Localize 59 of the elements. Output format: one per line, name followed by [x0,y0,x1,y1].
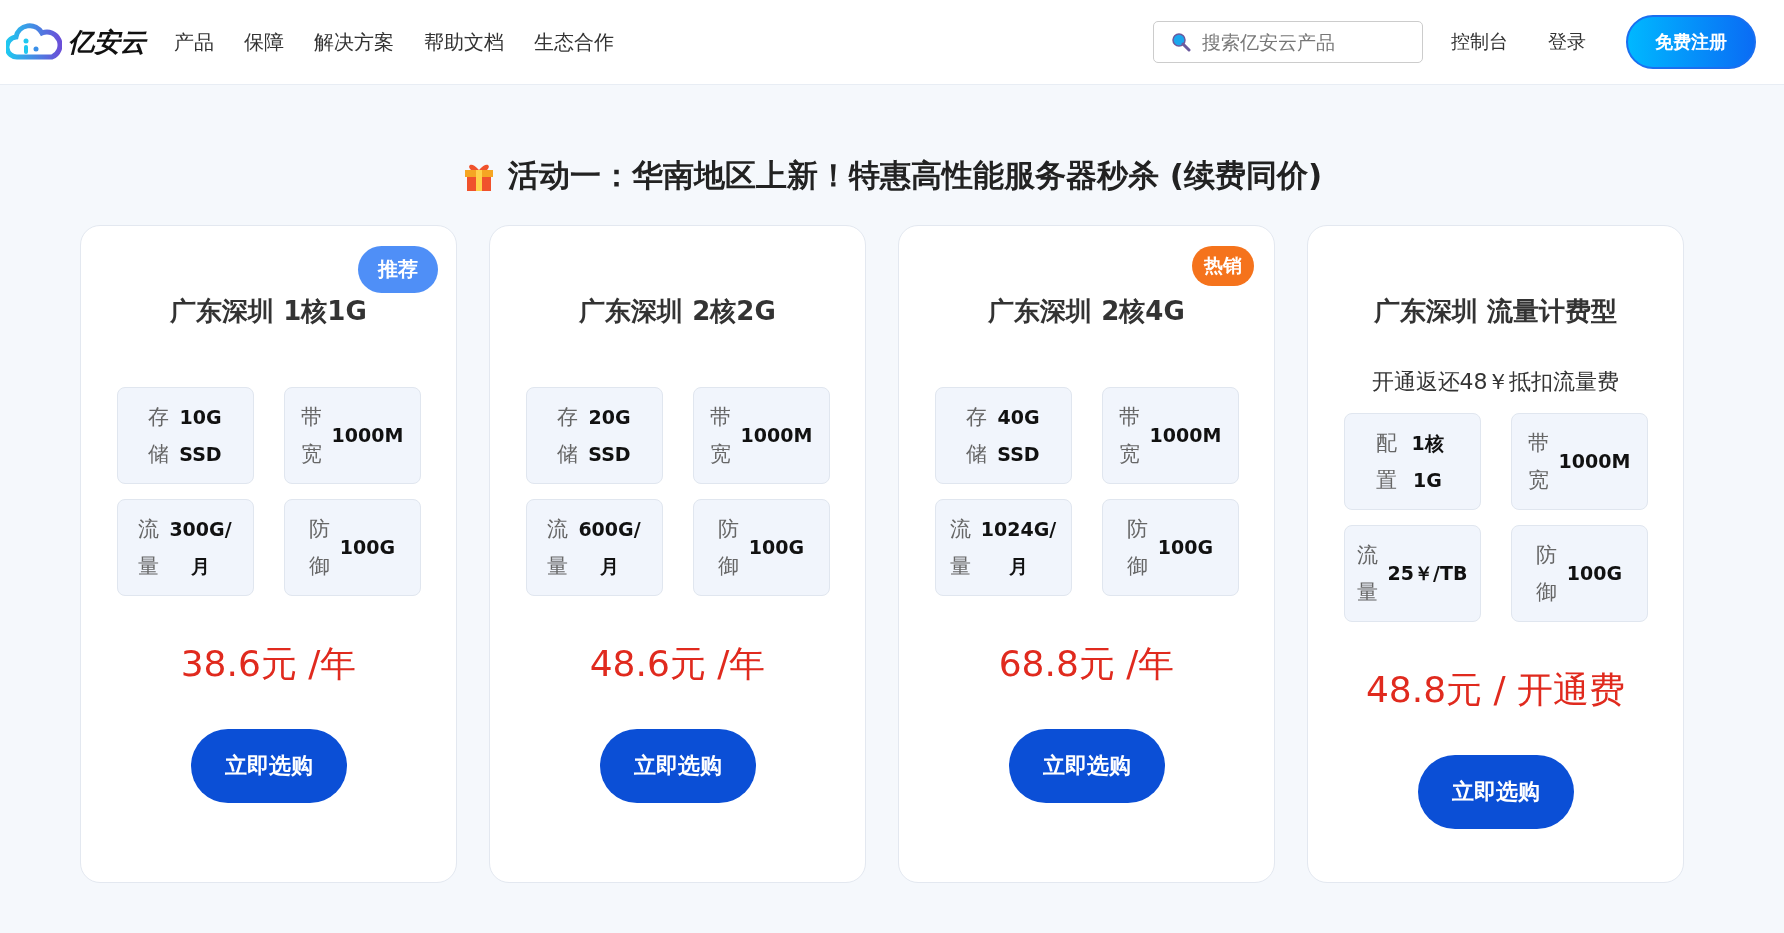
buy-button[interactable]: 立即选购 [1008,729,1165,803]
spec-value: 1000M [331,423,404,448]
spec-label: 流量 [949,515,971,580]
spec-label: 防御 [308,515,330,580]
search-field[interactable]: 搜索亿安云产品 [1153,21,1423,63]
plan-price: 38.6元 /年 [180,642,357,686]
spec-value: 20G SSD [588,404,631,467]
spec-value: 1000M [1149,423,1222,448]
logo-text[interactable]: 亿安云 [68,24,146,60]
nav-link[interactable]: 保障 [244,29,284,54]
spec-value: 100G [748,535,805,560]
spec-value: 100G [339,535,396,560]
spec-value: 1000M [1558,449,1631,474]
spec-label: 防御 [1535,541,1557,606]
spec-label: 带宽 [300,403,322,468]
plan-name: 广东深圳 1核1G [170,295,367,328]
plan-name: 广东深圳 流量计费型 [1373,295,1618,328]
nav-link[interactable]: 帮助文档 [424,29,504,54]
spec-value: 1000M [740,423,813,448]
search-icon [1171,32,1191,52]
nav-link[interactable]: 生态合作 [534,29,614,54]
buy-button[interactable]: 立即选购 [1417,755,1574,829]
spec-label: 带宽 [1527,429,1549,494]
spec-label: 流量 [1356,541,1378,606]
spec-value: 600G/月 [578,516,641,579]
plan-badge: 热销 [1192,246,1254,286]
plan-note: 开通返还48￥抵扣流量费 [1371,368,1620,396]
spec-label: 带宽 [1118,403,1140,468]
plan-price: 68.8元 /年 [998,642,1175,686]
buy-button[interactable]: 立即选购 [599,729,756,803]
spec-label: 存储 [966,403,988,468]
spec-value: 10G SSD [179,404,222,467]
spec-value: 1核 1G [1410,430,1445,493]
spec-label: 配置 [1375,429,1397,494]
spec-value: 25￥/TB [1387,561,1468,586]
plan-badge: 推荐 [358,246,438,293]
nav-link[interactable]: 解决方案 [314,29,394,54]
buy-button[interactable]: 立即选购 [190,729,347,803]
spec-label: 存储 [148,403,170,468]
plan-name: 广东深圳 2核2G [579,295,776,328]
spec-label: 流量 [547,515,569,580]
spec-value: 100G [1566,561,1623,586]
spec-value: 300G/月 [169,516,232,579]
spec-label: 流量 [138,515,160,580]
spec-label: 存储 [557,403,579,468]
header-link[interactable]: 登录 [1548,29,1586,55]
spec-value: 40G SSD [997,404,1040,467]
nav-link[interactable]: 产品 [174,29,214,54]
spec-label: 带宽 [709,403,731,468]
cloud-logo-icon[interactable] [6,23,62,61]
spec-label: 防御 [1126,515,1148,580]
spec-label: 防御 [717,515,739,580]
plan-price: 48.8元 / 开通费 [1365,668,1626,712]
header-link[interactable]: 控制台 [1451,29,1508,55]
plan-name: 广东深圳 2核4G [988,295,1185,328]
spec-value: 1024G/月 [980,516,1057,579]
promo-title: 活动一：华南地区上新！特惠高性能服务器秒杀 (续费同价) [507,156,1323,195]
plan-price: 48.6元 /年 [589,642,766,686]
spec-value: 100G [1157,535,1214,560]
